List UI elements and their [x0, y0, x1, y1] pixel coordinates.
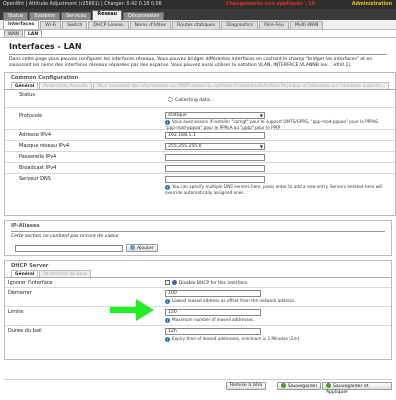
limit-row: Limite 150 i Maximum number of leased add… [5, 307, 391, 326]
alias-name-input[interactable] [15, 245, 123, 252]
lease-label: Durée du bail [8, 328, 42, 334]
protocol-row: Protocole statique ▼ i Vous avez besoin d'… [5, 108, 395, 130]
limit-label: Limite [8, 309, 24, 315]
submenu-static-routes[interactable]: Routes statiques [172, 21, 221, 29]
admin-label: Administration [351, 2, 392, 7]
save-button[interactable]: Sauvegarder [277, 382, 322, 390]
ipv4-label: Adresse IPv4 [19, 132, 52, 138]
ignore-hint-wrap: Disable DHCP for this interface. [165, 280, 248, 286]
dhcp-tab-general[interactable]: Général [11, 270, 39, 277]
title-divider [9, 54, 387, 55]
submenu-hostnames[interactable]: Noms d'hôtes [129, 21, 172, 29]
tab-physical[interactable]: Vous trouverez des informations sur l'MD… [92, 82, 389, 89]
broadcast-label: Broadcast IPv4 [19, 165, 57, 171]
submenu-dhcp-leases[interactable]: DHCP Leases [88, 21, 129, 29]
lease-row: Durée du bail 12h i Expiry time of leased… [5, 326, 391, 346]
common-config-tabs: Général Paramètres Avancés Vous trouvere… [5, 82, 395, 90]
save-apply-button[interactable]: Sauvegarder et Appliquer [322, 382, 392, 395]
limit-input[interactable]: 150 [165, 309, 261, 316]
submenu-multiwan[interactable]: Multi-WAN [289, 21, 324, 29]
lease-input[interactable]: 12h [165, 328, 261, 335]
unapplied-changes-link[interactable]: Changements non appliqués : 10 [226, 2, 315, 7]
tab-wan[interactable]: WAN [4, 30, 23, 37]
dns-hint: i You can specify multiple DNS servers he… [165, 184, 383, 195]
broadcast-row: Broadcast IPv4 [5, 163, 395, 174]
dns-label: Serveur DNS [19, 176, 51, 182]
submenu-diagnostics[interactable]: Diagnostics [221, 21, 259, 29]
status-value: Collecting data... [168, 97, 214, 103]
protocol-hint: i Vous avez besoin d'installer "comgt" po… [165, 119, 380, 130]
ignore-checkbox[interactable] [165, 280, 170, 285]
loading-icon [168, 97, 173, 102]
submenu-switch[interactable]: Switch [62, 21, 88, 29]
ignore-label: Ignorer l'interface [8, 280, 53, 286]
limit-hint: i Maximum number of leased addresses. [165, 317, 255, 323]
aliases-divider [11, 231, 385, 232]
ignore-row: Ignorer l'interface Disable DHCP for thi… [5, 278, 391, 288]
menu-network[interactable]: Réseau [92, 10, 123, 20]
netmask-label: Masque réseau IPv4 [19, 143, 70, 149]
network-submenu: Interfaces Wi-Fi Switch DHCP Leases Noms… [0, 20, 396, 30]
info-icon: i [165, 336, 170, 342]
gateway-row: Passerelle IPv4 [5, 152, 395, 163]
lease-hint: i Expiry time of leased addresses, minimu… [165, 336, 301, 342]
green-arrow-icon [110, 299, 154, 321]
host-info: OpenWrt | Attitude Adjustment (r25661) |… [3, 2, 162, 7]
tab-general[interactable]: Général [11, 82, 39, 89]
dns-input[interactable] [165, 176, 265, 183]
action-bar: Remise à zéro Sauvegarder Sauvegarder et… [4, 379, 392, 395]
add-icon [130, 245, 135, 250]
start-input[interactable]: 100 [165, 290, 261, 297]
netmask-select[interactable]: 255.255.255.0 ▼ [165, 143, 265, 150]
start-label: Démarrer [8, 290, 32, 296]
aliases-empty-text: Cette section ne contient pas encore de … [11, 234, 119, 239]
dns-row: Serveur DNS i You can specify multiple DN… [5, 174, 395, 196]
interface-tabs: WAN LAN [0, 30, 396, 38]
main-menu: Status Système Services Réseau Déconnexi… [0, 9, 396, 20]
common-config-legend: Common Configuration [11, 75, 79, 81]
menu-system[interactable]: Système [29, 12, 61, 20]
tab-lan[interactable]: LAN [23, 30, 43, 37]
status-label: Status [19, 92, 35, 98]
broadcast-input[interactable] [165, 165, 265, 172]
save-icon [281, 383, 286, 388]
protocol-label: Protocole [19, 113, 43, 119]
menu-logout[interactable]: Déconnexion [123, 12, 165, 20]
reset-button[interactable]: Remise à zéro [226, 382, 267, 390]
gateway-input[interactable] [165, 154, 265, 161]
chevron-down-icon: ▼ [259, 113, 263, 118]
ip-aliases-section: IP-Aliases Cette section ne contient pas… [4, 220, 392, 256]
common-config-section: Common Configuration Général Paramètres … [4, 72, 396, 216]
submenu-interfaces[interactable]: Interfaces [3, 20, 40, 29]
add-alias-button[interactable]: Ajouter [126, 244, 158, 252]
page-intro: Dans cette page vous pouvez configurer l… [9, 57, 373, 68]
info-icon [172, 280, 177, 285]
menu-services[interactable]: Services [61, 12, 92, 20]
submenu-firewall[interactable]: Pare-Feu [259, 21, 289, 29]
submenu-wifi[interactable]: Wi-Fi [40, 21, 62, 29]
protocol-select[interactable]: statique ▼ [165, 112, 265, 119]
start-hint: i Lowest leased address as offset from th… [165, 298, 296, 304]
menu-status[interactable]: Status [3, 12, 29, 20]
dhcp-tabs: Général Paramètres de base [5, 270, 391, 278]
dhcp-legend: DHCP Server [11, 263, 49, 269]
dhcp-tab-basic[interactable]: Paramètres de base [39, 270, 92, 277]
ip-aliases-legend: IP-Aliases [11, 223, 40, 229]
status-row: Status Collecting data... [5, 90, 395, 108]
ipv4-input[interactable]: 192.168.1.1 [165, 132, 265, 139]
dhcp-server-section: DHCP Server Général Paramètres de base I… [4, 260, 392, 360]
gateway-label: Passerelle IPv4 [19, 154, 57, 160]
top-status-bar: OpenWrt | Attitude Adjustment (r25661) |… [0, 0, 396, 9]
ipv4-row: Adresse IPv4 192.168.1.1 [5, 130, 395, 141]
netmask-row: Masque réseau IPv4 255.255.255.0 ▼ [5, 141, 395, 152]
start-row: Démarrer 100 i Lowest leased address as o… [5, 288, 391, 307]
page-title: Interfaces - LAN [9, 42, 82, 51]
info-icon: i [165, 317, 170, 323]
tab-advanced[interactable]: Paramètres Avancés [39, 82, 92, 89]
info-icon: i [165, 298, 170, 304]
apply-icon [326, 383, 331, 388]
chevron-down-icon: ▼ [259, 144, 263, 149]
